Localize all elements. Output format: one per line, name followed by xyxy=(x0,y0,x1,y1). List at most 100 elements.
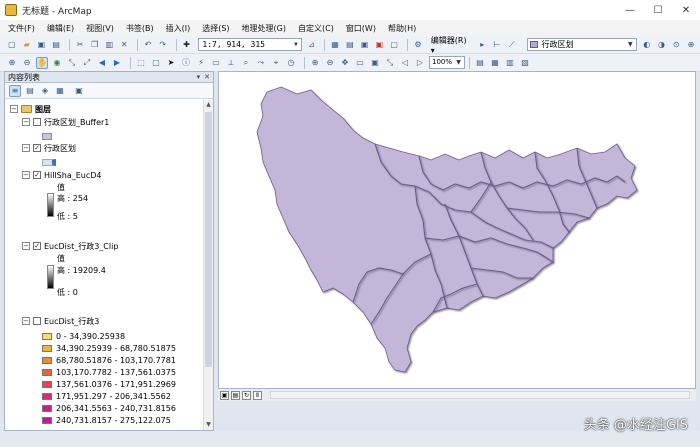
sketch-properties-icon[interactable]: ◐ xyxy=(641,39,653,51)
measure-icon[interactable]: ⟂ xyxy=(225,57,237,69)
legend-class-row[interactable]: 137,561.0376 - 171,951.2969 xyxy=(42,378,176,390)
layer-row[interactable]: − EucDist_行政3 xyxy=(22,315,99,327)
menu-bookmarks[interactable]: 书签(B) xyxy=(126,23,154,34)
layer-visibility-checkbox[interactable]: ✓ xyxy=(33,171,41,179)
arctoolbox-icon[interactable]: ▣ xyxy=(374,39,386,51)
legend-class-swatch[interactable] xyxy=(42,392,52,400)
html-popup-icon[interactable]: ▭ xyxy=(210,57,222,69)
layer-row[interactable]: − 行政区划_Buffer1 xyxy=(22,116,109,128)
legend-class-row[interactable]: 0 - 34,390.25938 xyxy=(42,330,125,342)
topology-icon[interactable]: ⊕ xyxy=(685,39,697,51)
back-extent-icon[interactable]: ◀ xyxy=(96,57,108,69)
legend-class-swatch[interactable] xyxy=(42,380,52,388)
table-window-icon[interactable]: ▦ xyxy=(329,39,341,51)
toc-vertical-scrollbar[interactable]: ▲ ▼ xyxy=(203,100,213,430)
scroll-up-icon[interactable]: ▲ xyxy=(204,100,213,110)
hyperlink-icon[interactable]: ⚡ xyxy=(195,57,207,69)
minimize-button[interactable]: — xyxy=(616,0,644,20)
forward-extent-icon[interactable]: ▶ xyxy=(111,57,123,69)
close-button[interactable]: ✕ xyxy=(672,0,700,20)
add-data-icon[interactable]: ✚ xyxy=(181,39,193,51)
layer-row[interactable]: − ✓ 行政区划 xyxy=(22,142,76,154)
collapse-icon[interactable]: − xyxy=(22,242,30,250)
legend-class-row[interactable]: 240,731.8157 - 275,122.075 xyxy=(42,414,171,426)
menu-edit[interactable]: 编辑(E) xyxy=(47,23,74,34)
layout-fixed-zoom-icon[interactable]: ⤡ xyxy=(384,57,396,69)
open-folder-icon[interactable]: ▰ xyxy=(21,39,33,51)
legend-class-row[interactable]: 171,951.297 - 206,341.5562 xyxy=(42,390,171,402)
scroll-thumb[interactable] xyxy=(205,112,212,367)
redo-icon[interactable]: ↷ xyxy=(157,39,169,51)
layer-visibility-checkbox[interactable] xyxy=(33,118,41,126)
collapse-icon[interactable]: − xyxy=(22,118,30,126)
find-route-icon[interactable]: ⤳ xyxy=(255,57,267,69)
refresh-icon[interactable]: ↻ xyxy=(242,390,251,400)
menu-windows[interactable]: 窗口(W) xyxy=(346,23,376,34)
menu-selection[interactable]: 选择(S) xyxy=(202,23,229,34)
polygon-symbol-swatch[interactable] xyxy=(42,132,52,140)
fixed-zoom-in-icon[interactable]: ⤡ xyxy=(66,57,78,69)
paste-icon[interactable]: ▥ xyxy=(104,39,116,51)
python-window-icon[interactable]: ▢ xyxy=(388,39,400,51)
list-by-drawing-order-icon[interactable]: ≡ xyxy=(9,84,21,97)
identify-icon[interactable]: ⓘ xyxy=(180,57,192,69)
data-driven-pages-icon[interactable]: ▧ xyxy=(519,57,531,69)
layer-row[interactable]: − ✓ HillSha_EucD4 xyxy=(22,169,102,181)
straight-segment-icon[interactable]: ⟋ xyxy=(506,39,518,51)
collapse-icon[interactable]: − xyxy=(22,171,30,179)
pause-drawing-icon[interactable]: Ⅱ xyxy=(253,390,262,400)
toc-options-button[interactable]: ▾ xyxy=(197,73,201,81)
catalog-window-icon[interactable]: ▤ xyxy=(344,39,356,51)
collapse-icon[interactable]: − xyxy=(10,105,18,113)
layer-symbol-row[interactable] xyxy=(42,130,56,142)
copy-icon[interactable]: ❐ xyxy=(89,39,101,51)
legend-class-swatch[interactable] xyxy=(42,368,52,376)
full-extent-icon[interactable]: ◉ xyxy=(51,57,63,69)
maximize-button[interactable]: ☐ xyxy=(644,0,672,20)
legend-class-row[interactable]: 34,390.25939 - 68,780.51875 xyxy=(42,342,176,354)
menu-help[interactable]: 帮助(H) xyxy=(388,23,416,34)
legend-class-row[interactable]: 103,170.7782 - 137,561.0375 xyxy=(42,366,176,378)
layout-zoom-in-icon[interactable]: ⊕ xyxy=(309,57,321,69)
find-icon[interactable]: ⌕ xyxy=(240,57,252,69)
time-slider-icon[interactable]: ◷ xyxy=(285,57,297,69)
toggle-draft-mode-icon[interactable]: ▤ xyxy=(474,57,486,69)
zoom-in-icon[interactable]: ⊕ xyxy=(6,57,18,69)
province-boundary[interactable] xyxy=(256,86,638,373)
map-horizontal-scrollbar[interactable] xyxy=(270,391,690,399)
select-features-icon[interactable]: ⬚ xyxy=(135,57,147,69)
sichuan-province-map[interactable] xyxy=(219,72,697,390)
collapse-icon[interactable]: − xyxy=(22,317,30,325)
list-by-visibility-icon[interactable]: ◈ xyxy=(39,85,51,97)
collapse-icon[interactable]: − xyxy=(22,144,30,152)
delete-icon[interactable]: ✕ xyxy=(118,39,130,51)
stretch-color-ramp[interactable] xyxy=(47,193,54,217)
list-by-source-icon[interactable]: ▤ xyxy=(24,85,36,97)
snapping-icon[interactable]: ⊙ xyxy=(670,39,682,51)
pan-icon[interactable]: ✋ xyxy=(36,56,48,69)
editor-menu-button[interactable]: 编辑器(R) ▾ xyxy=(431,35,473,55)
layer-row[interactable]: − ✓ EucDist_行政3_Clip xyxy=(22,240,118,252)
map-view[interactable] xyxy=(218,71,696,389)
layout-pan-icon[interactable]: ✥ xyxy=(339,57,351,69)
change-layout-icon[interactable]: ▥ xyxy=(504,57,516,69)
layout-forward-icon[interactable]: ▷ xyxy=(414,57,426,69)
menu-customize[interactable]: 自定义(C) xyxy=(298,23,334,34)
menu-file[interactable]: 文件(F) xyxy=(8,23,35,34)
legend-class-swatch[interactable] xyxy=(42,344,52,352)
menu-view[interactable]: 视图(V) xyxy=(86,23,114,34)
layer-visibility-checkbox[interactable]: ✓ xyxy=(33,242,41,250)
toc-close-button[interactable]: ✕ xyxy=(204,73,210,81)
new-document-icon[interactable]: ▢ xyxy=(6,39,18,51)
search-window-icon[interactable]: ▣ xyxy=(359,39,371,51)
legend-class-swatch[interactable] xyxy=(42,356,52,364)
clear-selection-icon[interactable]: ▢ xyxy=(150,57,162,69)
line-symbol-swatch[interactable] xyxy=(42,158,56,166)
model-builder-icon[interactable]: ⚙ xyxy=(412,39,424,51)
edit-tool-icon[interactable]: ▸ xyxy=(476,39,488,51)
scroll-down-icon[interactable]: ▼ xyxy=(204,420,213,430)
legend-class-row[interactable]: 68,780.51876 - 103,170.7781 xyxy=(42,354,176,366)
toc-options-icon[interactable]: ▣ xyxy=(73,85,85,97)
cut-icon[interactable]: ✂ xyxy=(74,39,86,51)
undo-icon[interactable]: ↶ xyxy=(142,39,154,51)
